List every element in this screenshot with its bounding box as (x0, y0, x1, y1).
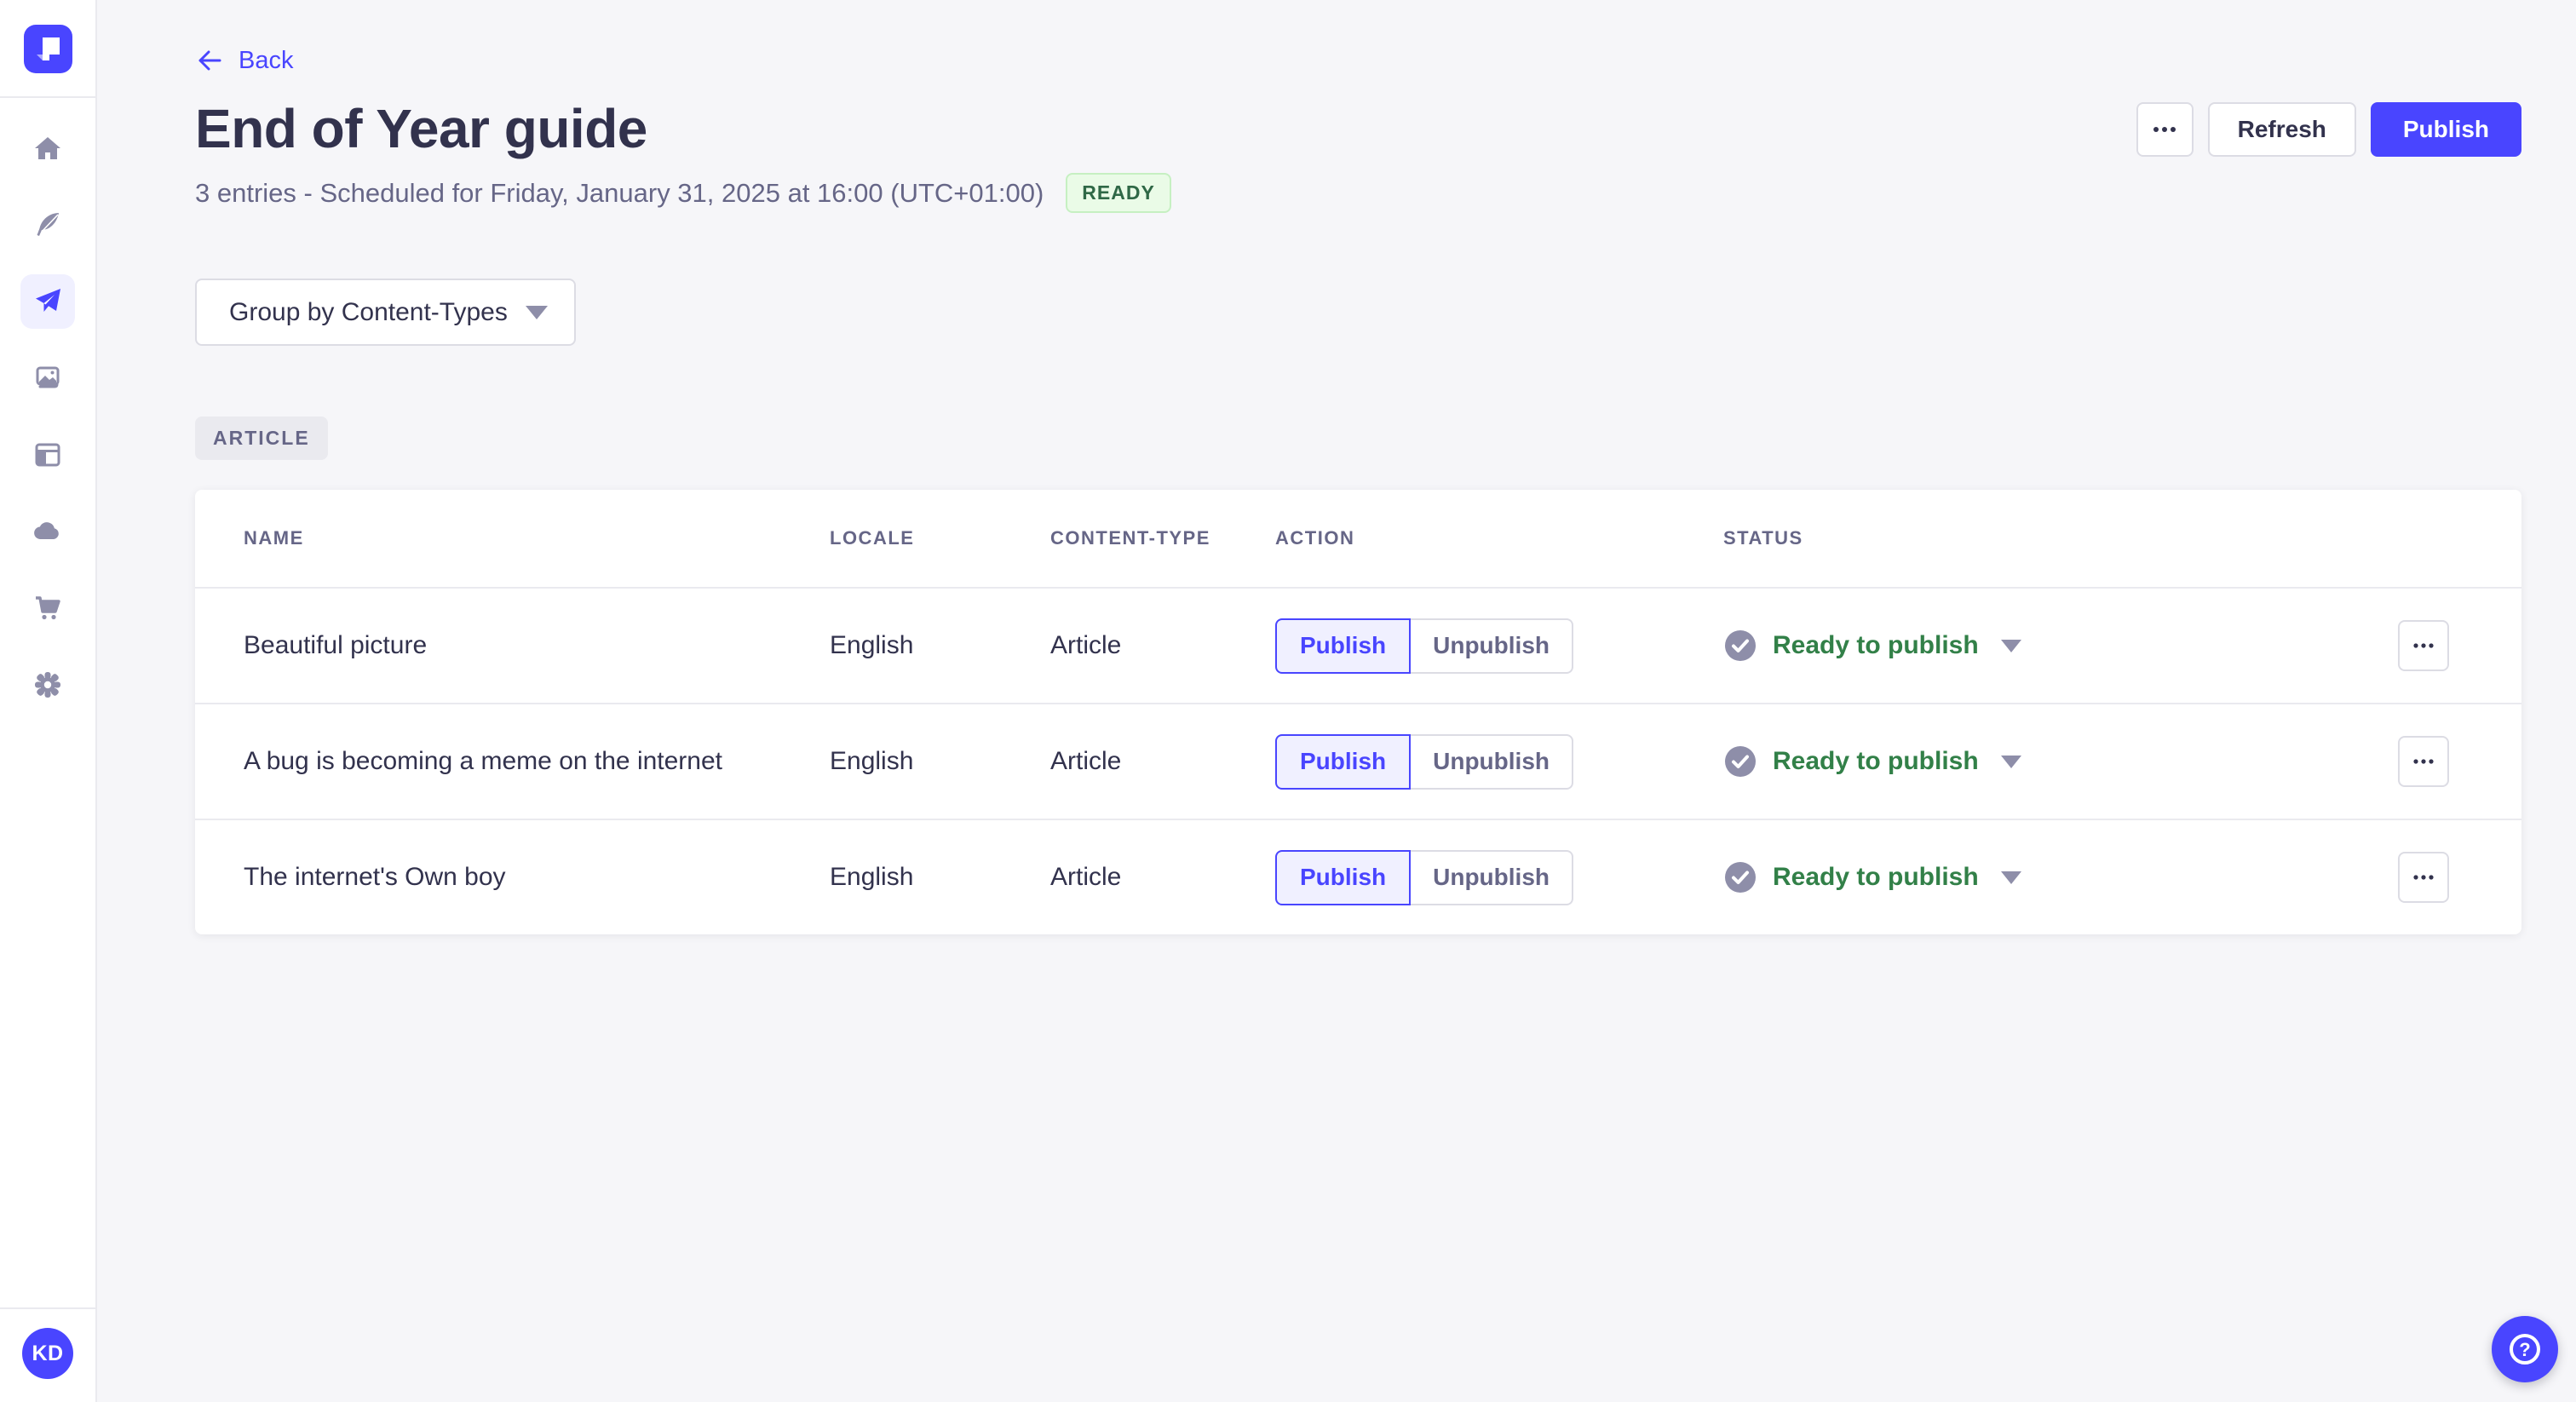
ellipsis-icon (2413, 759, 2434, 764)
entry-locale: English (830, 863, 914, 891)
group-by-value: Group by Content-Types (229, 297, 508, 326)
main-content: Back End of Year guide 3 entries - Sched… (97, 0, 2576, 1402)
entry-locale: English (830, 747, 914, 775)
ellipsis-icon (2413, 643, 2434, 648)
arrow-left-icon (198, 50, 221, 71)
title-block: End of Year guide 3 entries - Scheduled … (195, 98, 1171, 213)
entry-content-type: Article (1050, 747, 1122, 775)
gear-icon (35, 672, 60, 698)
cloud-icon (34, 522, 59, 540)
entry-content-type: Article (1050, 631, 1122, 659)
action-toggle: Publish Unpublish (1275, 849, 1723, 905)
release-subtitle: 3 entries - Scheduled for Friday, Januar… (195, 177, 1044, 208)
status-dropdown[interactable]: Ready to publish (1723, 744, 2398, 779)
row-more-button[interactable] (2398, 620, 2449, 671)
row-publish-button[interactable]: Publish (1275, 849, 1412, 905)
sidebar-item-media-library[interactable] (20, 351, 75, 405)
ellipsis-icon (2153, 127, 2176, 132)
sidebar-item-content-type-builder[interactable] (20, 428, 75, 482)
help-button[interactable]: ? (2492, 1316, 2558, 1382)
entries-table-card: NAME LOCALE CONTENT-TYPE ACTION STATUS B… (195, 490, 2521, 934)
status-dropdown[interactable]: Ready to publish (1723, 629, 2398, 663)
back-link[interactable]: Back (195, 46, 293, 75)
check-circle-icon (1725, 862, 1756, 893)
table-row: Beautiful picture English Article Publis… (195, 587, 2521, 703)
entry-name: A bug is becoming a meme on the internet (244, 747, 723, 775)
entry-name: Beautiful picture (244, 631, 428, 659)
sidebar-item-content-manager[interactable] (20, 198, 75, 252)
status-label: Ready to publish (1773, 747, 1979, 775)
sidebar-bottom-divider (0, 1307, 96, 1309)
row-publish-button[interactable]: Publish (1275, 618, 1412, 674)
row-publish-button[interactable]: Publish (1275, 733, 1412, 790)
publish-release-button[interactable]: Publish (2370, 102, 2521, 157)
sidebar-nav (20, 121, 75, 712)
sidebar-item-releases[interactable] (20, 274, 75, 329)
ellipsis-icon (2413, 875, 2434, 880)
status-dropdown[interactable]: Ready to publish (1723, 860, 2398, 894)
help-label: ? (2519, 1339, 2530, 1360)
column-header-action: ACTION (1275, 527, 1355, 549)
sidebar-item-home[interactable] (20, 121, 75, 175)
header-actions: Refresh Publish (2136, 102, 2521, 157)
column-header-status: STATUS (1723, 527, 1803, 549)
pictures-icon (36, 366, 60, 388)
chevron-down-icon (2000, 639, 2021, 652)
content-type-group-chip: ARTICLE (195, 417, 328, 460)
strapi-logo-icon (36, 37, 60, 60)
table-row: A bug is becoming a meme on the internet… (195, 703, 2521, 819)
sidebar-item-settings[interactable] (20, 658, 75, 712)
refresh-button[interactable]: Refresh (2207, 102, 2356, 157)
entry-locale: English (830, 631, 914, 659)
row-unpublish-button[interactable]: Unpublish (1411, 618, 1573, 674)
feather-icon (37, 213, 59, 236)
strapi-logo[interactable] (23, 25, 72, 73)
column-header-name: NAME (244, 527, 304, 549)
chevron-down-icon (2000, 755, 2021, 768)
chevron-down-icon (526, 305, 548, 319)
column-header-locale: LOCALE (830, 527, 915, 549)
user-avatar[interactable]: KD (22, 1328, 73, 1379)
subtitle-row: 3 entries - Scheduled for Friday, Januar… (195, 173, 1171, 213)
sidebar-item-marketplace[interactable] (20, 581, 75, 635)
table-header-row: NAME LOCALE CONTENT-TYPE ACTION STATUS (195, 490, 2521, 587)
sidebar-divider (0, 96, 96, 98)
cart-icon (36, 596, 60, 620)
table-row: The internet's Own boy English Article P… (195, 819, 2521, 934)
column-header-content-type: CONTENT-TYPE (1050, 527, 1210, 549)
check-circle-icon (1725, 630, 1756, 661)
help-icon: ? (2510, 1334, 2540, 1365)
entry-content-type: Article (1050, 863, 1122, 891)
row-more-button[interactable] (2398, 852, 2449, 903)
status-label: Ready to publish (1773, 863, 1979, 891)
sidebar-item-deploy[interactable] (20, 504, 75, 559)
status-label: Ready to publish (1773, 631, 1979, 659)
row-unpublish-button[interactable]: Unpublish (1411, 849, 1573, 905)
back-label: Back (239, 46, 294, 74)
action-toggle: Publish Unpublish (1275, 618, 1723, 674)
back-row: Back (195, 46, 2521, 79)
home-icon (35, 137, 60, 159)
check-circle-icon (1725, 746, 1756, 777)
entry-name: The internet's Own boy (244, 863, 506, 891)
paper-plane-icon (36, 289, 60, 312)
row-more-button[interactable] (2398, 736, 2449, 787)
chevron-down-icon (2000, 871, 2021, 884)
sidebar: KD (0, 0, 97, 1402)
status-badge: READY (1066, 173, 1171, 213)
action-toggle: Publish Unpublish (1275, 733, 1723, 790)
group-by-select[interactable]: Group by Content-Types (195, 279, 576, 346)
page-title: End of Year guide (195, 98, 647, 159)
sidebar-bottom: KD (0, 1307, 96, 1402)
row-unpublish-button[interactable]: Unpublish (1411, 733, 1573, 790)
release-more-button[interactable] (2136, 102, 2194, 157)
layout-icon (35, 443, 60, 467)
page-header: End of Year guide 3 entries - Scheduled … (195, 98, 2521, 213)
